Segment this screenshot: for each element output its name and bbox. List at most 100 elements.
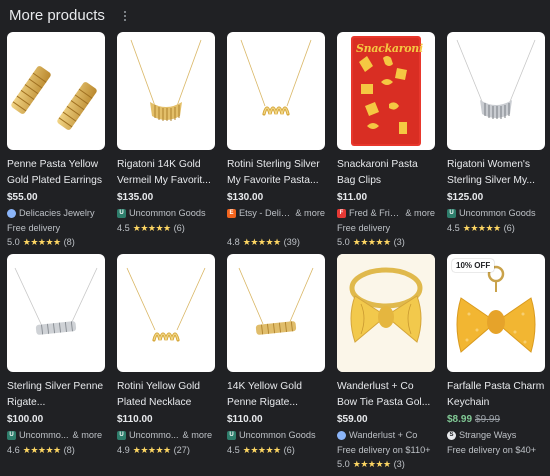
etsy-logo-icon: E: [227, 209, 236, 218]
product-price: $125.00: [447, 192, 484, 203]
product-title: Rigatoni Women's Sterling Silver My...: [447, 159, 535, 186]
bowtie-ring-icon: [337, 254, 435, 372]
seller-name: Etsy - Delic...: [239, 208, 292, 218]
product-image: [117, 32, 215, 150]
product-card[interactable]: Wanderlust + Co Bow Tie Pasta Gol... $59…: [337, 254, 435, 476]
rating-row: 5.0 ★★★★★ (8): [7, 235, 105, 249]
rating-value: 4.5: [447, 223, 460, 233]
uncommon-goods-logo-icon: U: [117, 431, 126, 440]
rating-value: 5.0: [337, 237, 350, 247]
seller-row: Wanderlust + Co: [337, 428, 435, 443]
delivery-info: Free delivery on $40+: [447, 445, 537, 455]
product-card[interactable]: Rotini Yellow Gold Plated Necklace $110.…: [117, 254, 215, 476]
product-card[interactable]: Rotini Sterling Silver My Favorite Pasta…: [227, 32, 325, 254]
product-image: Snackaroni: [337, 32, 435, 150]
uncommon-goods-logo-icon: U: [227, 431, 236, 440]
rating-row: 4.8 ★★★★★ (39): [227, 235, 325, 249]
more-sellers-link[interactable]: & more: [405, 206, 435, 221]
fred-logo-icon: F: [337, 209, 346, 218]
section-header: More products: [9, 7, 130, 24]
star-rating-icon: ★★★★★: [22, 237, 61, 247]
strange-ways-logo-icon: S: [447, 431, 456, 440]
rating-row: 4.5 ★★★★★ (6): [117, 221, 215, 235]
globe-icon: [7, 209, 16, 218]
rating-row: 4.9 ★★★★★ (27): [117, 443, 215, 457]
product-price: $100.00: [7, 414, 44, 425]
more-sellers-link[interactable]: & more: [183, 428, 213, 443]
star-rating-icon: ★★★★★: [22, 445, 61, 455]
rating-value: 4.6: [7, 445, 20, 455]
review-count: (39): [283, 237, 300, 247]
seller-name: Uncommo...: [19, 430, 69, 440]
product-price: $8.99 $9.99: [447, 411, 545, 428]
seller-row: U Uncommo... & more: [7, 428, 105, 443]
star-rating-icon: ★★★★★: [242, 237, 281, 247]
more-sellers-link[interactable]: & more: [73, 428, 103, 443]
review-count: (6): [283, 445, 295, 455]
product-title: Rotini Sterling Silver My Favorite Pasta…: [227, 159, 320, 186]
delivery-info: Free delivery: [7, 223, 61, 233]
delivery-info: Free delivery: [337, 223, 391, 233]
uncommon-goods-logo-icon: U: [447, 209, 456, 218]
product-price: $110.00: [227, 414, 263, 425]
review-count: (3): [393, 459, 405, 469]
review-count: (8): [63, 445, 75, 455]
seller-name: Uncommon Goods: [239, 430, 316, 440]
penne-earrings-icon: [11, 66, 97, 130]
seller-name: Uncommo...: [129, 430, 179, 440]
discount-badge: 10% OFF: [452, 259, 495, 272]
seller-row: U Uncommon Goods: [227, 428, 325, 443]
product-price: $59.00: [337, 414, 368, 425]
product-price: $11.00: [337, 192, 368, 203]
package-label: Snackaroni: [356, 42, 423, 55]
sale-price: $8.99: [447, 414, 473, 425]
product-title: Penne Pasta Yellow Gold Plated Earrings: [7, 159, 103, 186]
rating-row: 4.6 ★★★★★ (8): [7, 443, 105, 457]
product-image: [7, 32, 105, 150]
product-title: Rotini Yellow Gold Plated Necklace: [117, 381, 200, 408]
seller-name: Uncommon Goods: [459, 208, 536, 218]
product-price: $135.00: [117, 192, 154, 203]
rating-value: 5.0: [7, 237, 20, 247]
review-count: (6): [503, 223, 515, 233]
product-card[interactable]: Rigatoni Women's Sterling Silver My... $…: [447, 32, 545, 254]
rating-value: 5.0: [337, 459, 350, 469]
rating-value: 4.8: [227, 237, 240, 247]
review-count: (6): [173, 223, 185, 233]
gold-penne-necklace-icon: [238, 267, 314, 335]
product-image: [337, 254, 435, 372]
product-title: Rigatoni 14K Gold Vermeil My Favorit...: [117, 159, 211, 186]
section-title: More products: [9, 7, 105, 24]
product-card[interactable]: Sterling Silver Penne Rigate... $100.00 …: [7, 254, 105, 476]
product-image: [117, 254, 215, 372]
more-options-icon[interactable]: [120, 9, 130, 23]
product-card[interactable]: 10% OFF Farfalle Pasta Charm Keychain $8…: [447, 254, 545, 476]
more-sellers-link[interactable]: & more: [295, 206, 325, 221]
seller-name: Uncommon Goods: [129, 208, 206, 218]
product-title: Snackaroni Pasta Bag Clips: [337, 159, 418, 186]
star-rating-icon: ★★★★★: [462, 223, 501, 233]
product-title: Sterling Silver Penne Rigate...: [7, 381, 104, 408]
silver-penne-necklace-icon: [14, 267, 98, 335]
gold-rotini-necklace-icon: [126, 267, 206, 342]
product-card[interactable]: Penne Pasta Yellow Gold Plated Earrings …: [7, 32, 105, 254]
product-card[interactable]: Rigatoni 14K Gold Vermeil My Favorit... …: [117, 32, 215, 254]
review-count: (3): [393, 237, 405, 247]
delivery-info: Free delivery on $110+: [337, 445, 431, 455]
product-image: [227, 32, 325, 150]
seller-row: E Etsy - Delic... & more: [227, 206, 325, 221]
star-rating-icon: ★★★★★: [242, 445, 281, 455]
seller-row: U Uncommon Goods: [117, 206, 215, 221]
star-rating-icon: ★★★★★: [352, 459, 391, 469]
seller-name: Delicacies Jewelry: [19, 208, 95, 218]
review-count: (8): [63, 237, 75, 247]
uncommon-goods-logo-icon: U: [117, 209, 126, 218]
rating-value: 4.5: [227, 445, 240, 455]
product-card[interactable]: 14K Yellow Gold Penne Rigate... $110.00 …: [227, 254, 325, 476]
seller-row: U Uncommon Goods: [447, 206, 545, 221]
product-card[interactable]: Snackaroni Snackaroni Pasta Bag Clips $1…: [337, 32, 435, 254]
product-image: [447, 32, 545, 150]
rating-row: 4.5 ★★★★★ (6): [447, 221, 545, 235]
seller-name: Wanderlust + Co: [349, 430, 418, 440]
rotini-necklace-icon: [240, 39, 312, 116]
